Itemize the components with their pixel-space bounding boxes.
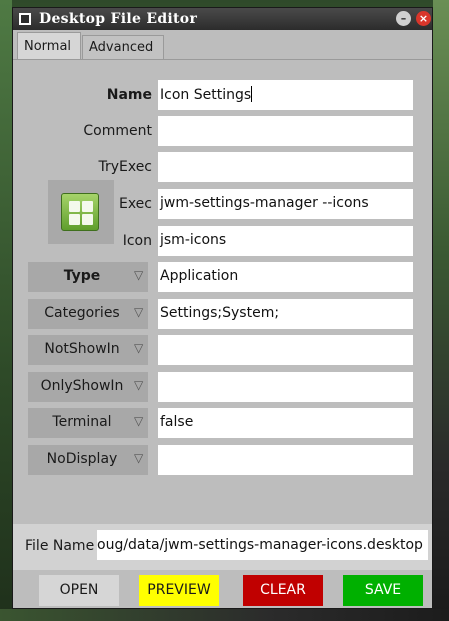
jsm-icons-grid-icon — [61, 193, 99, 231]
triangle-down-icon: ▽ — [134, 341, 144, 355]
file-name-row: File Name oug/data/jwm-settings-manager-… — [13, 524, 432, 570]
notshowin-dropdown-label: NotShowIn — [44, 341, 120, 357]
window-title: Desktop File Editor — [39, 11, 198, 27]
comment-field[interactable] — [158, 116, 413, 146]
window-menu-icon[interactable] — [19, 13, 31, 25]
minimize-button[interactable]: – — [396, 11, 411, 26]
save-button[interactable]: SAVE — [343, 575, 423, 606]
titlebar[interactable]: Desktop File Editor – × — [13, 8, 432, 30]
onlyshowin-dropdown-label: OnlyShowIn — [40, 378, 124, 394]
normal-tab-panel: Name Icon Settings Comment TryExec Exec … — [13, 59, 432, 608]
clear-button[interactable]: CLEAR — [243, 575, 323, 606]
tryexec-label: TryExec — [98, 159, 152, 175]
triangle-down-icon: ▽ — [134, 268, 144, 282]
desktop-file-editor-window: Desktop File Editor – × Normal Advanced … — [12, 7, 433, 609]
icon-preview-button[interactable] — [48, 180, 114, 244]
type-field[interactable]: Application — [158, 262, 413, 292]
terminal-field[interactable]: false — [158, 408, 413, 438]
tryexec-field[interactable] — [158, 152, 413, 182]
type-dropdown[interactable]: Type ▽ — [28, 262, 148, 292]
preview-button[interactable]: PREVIEW — [139, 575, 219, 606]
categories-dropdown[interactable]: Categories ▽ — [28, 299, 148, 329]
tab-advanced[interactable]: Advanced — [82, 35, 164, 60]
onlyshowin-dropdown[interactable]: OnlyShowIn ▽ — [28, 372, 148, 402]
tab-bar: Normal Advanced — [13, 32, 432, 60]
name-label: Name — [106, 87, 152, 103]
type-dropdown-label: Type — [63, 268, 101, 284]
notshowin-dropdown[interactable]: NotShowIn ▽ — [28, 335, 148, 365]
terminal-dropdown-label: Terminal — [52, 414, 112, 430]
name-value: Icon Settings — [160, 87, 252, 103]
terminal-dropdown[interactable]: Terminal ▽ — [28, 408, 148, 438]
desktop-background-right — [433, 0, 449, 621]
close-button[interactable]: × — [416, 11, 431, 26]
nodisplay-dropdown[interactable]: NoDisplay ▽ — [28, 445, 148, 475]
categories-field[interactable]: Settings;System; — [158, 299, 413, 329]
icon-field[interactable]: jsm-icons — [158, 226, 413, 256]
categories-dropdown-label: Categories — [44, 305, 120, 321]
nodisplay-field[interactable] — [158, 445, 413, 475]
file-name-field[interactable]: oug/data/jwm-settings-manager-icons.desk… — [97, 530, 428, 560]
file-name-value: oug/data/jwm-settings-manager-icons.desk… — [97, 537, 423, 553]
desktop-background-left — [0, 0, 12, 621]
icon-label: Icon — [122, 233, 152, 249]
triangle-down-icon: ▽ — [134, 378, 144, 392]
exec-field[interactable]: jwm-settings-manager --icons — [158, 189, 413, 219]
onlyshowin-field[interactable] — [158, 372, 413, 402]
tab-normal[interactable]: Normal — [17, 32, 81, 60]
triangle-down-icon: ▽ — [134, 414, 144, 428]
comment-label: Comment — [83, 123, 152, 139]
triangle-down-icon: ▽ — [134, 305, 144, 319]
triangle-down-icon: ▽ — [134, 451, 144, 465]
notshowin-field[interactable] — [158, 335, 413, 365]
name-field[interactable]: Icon Settings — [158, 80, 413, 110]
open-button[interactable]: OPEN — [39, 575, 119, 606]
desktop-background-bottom — [0, 609, 449, 621]
exec-label: Exec — [118, 196, 152, 212]
file-name-label: File Name — [25, 538, 95, 554]
nodisplay-dropdown-label: NoDisplay — [46, 451, 118, 467]
text-cursor — [251, 86, 253, 102]
